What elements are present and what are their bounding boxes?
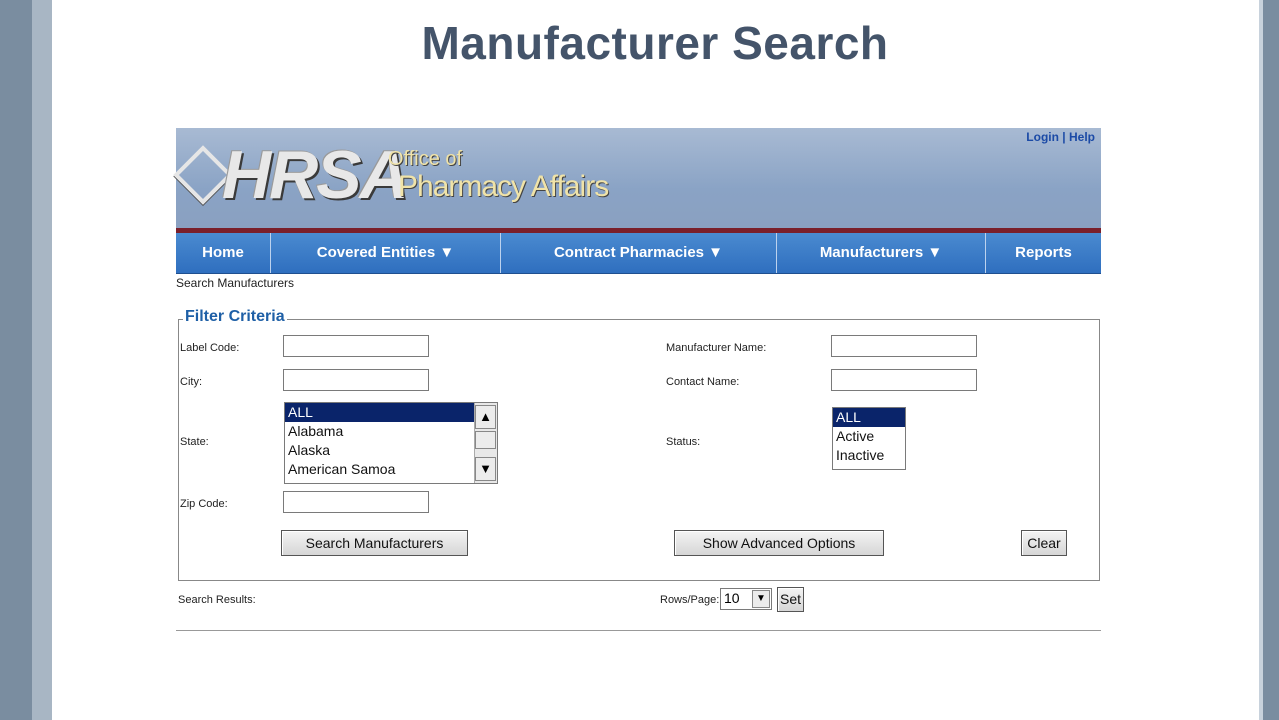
zip-code-label: Zip Code: — [180, 498, 228, 510]
screenshot-frame: Login | Help HRSA Office of Pharmacy Aff… — [173, 128, 1101, 632]
status-option[interactable]: ALL — [833, 408, 905, 427]
state-option[interactable]: American Samoa — [285, 460, 497, 479]
site-banner: Login | Help HRSA Office of Pharmacy Aff… — [173, 128, 1101, 230]
state-label: State: — [180, 436, 209, 448]
help-link[interactable]: Help — [1069, 130, 1095, 144]
nav-home[interactable]: Home — [176, 233, 271, 273]
contact-name-label: Contact Name: — [666, 376, 740, 388]
logo-pharmacy-affairs: Pharmacy Affairs — [398, 170, 609, 203]
slide-left-stripe — [32, 0, 52, 720]
slide-right-border — [1263, 0, 1279, 720]
clear-button[interactable]: Clear — [1021, 530, 1067, 556]
logo-office-of: Office of — [388, 148, 463, 170]
login-link[interactable]: Login — [1026, 130, 1059, 144]
slide-left-border — [0, 0, 32, 720]
scroll-thumb[interactable] — [475, 431, 496, 449]
set-rows-button[interactable]: Set — [777, 587, 804, 612]
contact-name-input[interactable] — [831, 369, 977, 391]
nav-covered-entities[interactable]: Covered Entities ▼ — [271, 233, 501, 273]
nav-contract-pharmacies[interactable]: Contract Pharmacies ▼ — [501, 233, 777, 273]
state-listbox[interactable]: ALL Alabama Alaska American Samoa ▲ ▼ — [284, 402, 498, 484]
scroll-down-icon[interactable]: ▼ — [475, 457, 496, 481]
rows-per-page-label: Rows/Page: — [660, 594, 720, 606]
manufacturer-name-label: Manufacturer Name: — [666, 342, 767, 354]
rows-per-page-value: 10 — [724, 590, 740, 606]
status-label: Status: — [666, 436, 701, 448]
city-input[interactable] — [283, 369, 429, 391]
link-separator: | — [1062, 130, 1066, 144]
breadcrumb: Search Manufacturers — [176, 276, 295, 290]
status-listbox[interactable]: ALL Active Inactive — [832, 407, 906, 470]
city-label: City: — [180, 376, 202, 388]
search-results-label: Search Results: — [178, 594, 256, 606]
status-option[interactable]: Active — [833, 427, 905, 446]
label-code-input[interactable] — [283, 335, 429, 357]
filter-criteria-panel: Filter Criteria Label Code: Manufacturer… — [178, 308, 1100, 581]
chevron-down-icon[interactable]: ▼ — [752, 590, 770, 608]
nav-manufacturers[interactable]: Manufacturers ▼ — [777, 233, 986, 273]
state-option[interactable]: Alaska — [285, 441, 497, 460]
nav-reports[interactable]: Reports — [986, 233, 1101, 273]
zip-code-input[interactable] — [283, 491, 429, 513]
show-advanced-options-button[interactable]: Show Advanced Options — [674, 530, 884, 556]
slide-title: Manufacturer Search — [421, 17, 889, 69]
manufacturer-name-input[interactable] — [831, 335, 977, 357]
state-option[interactable]: ALL — [285, 403, 475, 422]
rows-per-page-select[interactable]: 10 ▼ — [720, 588, 772, 610]
search-manufacturers-button[interactable]: Search Manufacturers — [281, 530, 468, 556]
state-option[interactable]: Alabama — [285, 422, 497, 441]
filter-legend: Filter Criteria — [183, 308, 287, 326]
top-links: Login | Help — [1026, 130, 1095, 144]
main-nav: Home Covered Entities ▼ Contract Pharmac… — [176, 233, 1101, 274]
status-option[interactable]: Inactive — [833, 446, 905, 465]
results-divider — [176, 630, 1101, 631]
label-code-label: Label Code: — [180, 342, 240, 354]
logo-hrsa-text: HRSA — [222, 137, 409, 213]
state-scrollbar[interactable]: ▲ ▼ — [474, 403, 497, 483]
scroll-up-icon[interactable]: ▲ — [475, 405, 496, 429]
